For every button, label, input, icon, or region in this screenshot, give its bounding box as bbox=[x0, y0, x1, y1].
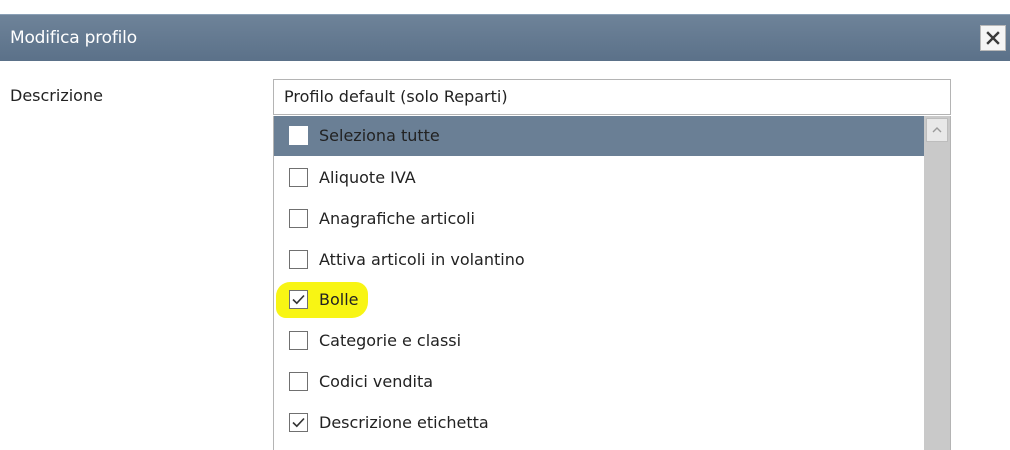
list-item-label: Seleziona tutte bbox=[319, 126, 440, 145]
list-item-label: Codici vendita bbox=[319, 372, 434, 391]
list-item[interactable]: Categorie e classi bbox=[274, 321, 924, 361]
description-input[interactable]: Profilo default (solo Reparti) bbox=[273, 79, 951, 115]
checkbox[interactable] bbox=[289, 331, 308, 350]
list-item[interactable]: Aliquote IVA bbox=[274, 158, 924, 198]
checkbox-checked[interactable] bbox=[289, 413, 308, 432]
list-item-label: Bolle bbox=[319, 290, 359, 309]
checkmark-icon bbox=[292, 417, 305, 428]
checkbox-checked[interactable] bbox=[289, 290, 308, 309]
list-item[interactable]: Anagrafiche articoli bbox=[274, 199, 924, 239]
checkbox[interactable] bbox=[289, 126, 308, 145]
checkbox[interactable] bbox=[289, 372, 308, 391]
list-item-label: Descrizione etichetta bbox=[319, 413, 489, 432]
permissions-list[interactable]: Seleziona tutte Aliquote IVA Anagrafiche… bbox=[273, 116, 951, 450]
list-item[interactable]: Codici vendita bbox=[274, 362, 924, 402]
checkbox[interactable] bbox=[289, 209, 308, 228]
list-item[interactable]: Bolle bbox=[274, 280, 924, 320]
list-item-label: Attiva articoli in volantino bbox=[319, 250, 525, 269]
checkbox[interactable] bbox=[289, 168, 308, 187]
list-item-label: Anagrafiche articoli bbox=[319, 209, 475, 228]
list-item-label: Aliquote IVA bbox=[319, 168, 416, 187]
scroll-up-button[interactable] bbox=[926, 118, 948, 142]
vertical-scrollbar[interactable] bbox=[924, 116, 950, 450]
list-item-label: Categorie e classi bbox=[319, 331, 462, 350]
description-label: Descrizione bbox=[10, 86, 103, 105]
list-item[interactable]: Attiva articoli in volantino bbox=[274, 240, 924, 280]
close-button[interactable] bbox=[980, 25, 1006, 51]
list-item-select-all[interactable]: Seleziona tutte bbox=[274, 116, 924, 156]
edit-profile-dialog: Modifica profilo Descrizione Profilo def… bbox=[0, 0, 1010, 450]
checkbox[interactable] bbox=[289, 250, 308, 269]
checkmark-icon bbox=[292, 294, 305, 305]
dialog-title: Modifica profilo bbox=[10, 28, 137, 48]
close-icon bbox=[986, 31, 1000, 45]
dialog-title-bar[interactable]: Modifica profilo bbox=[0, 14, 1010, 61]
list-item[interactable]: Descrizione etichetta bbox=[274, 403, 924, 443]
chevron-up-icon bbox=[932, 127, 942, 133]
